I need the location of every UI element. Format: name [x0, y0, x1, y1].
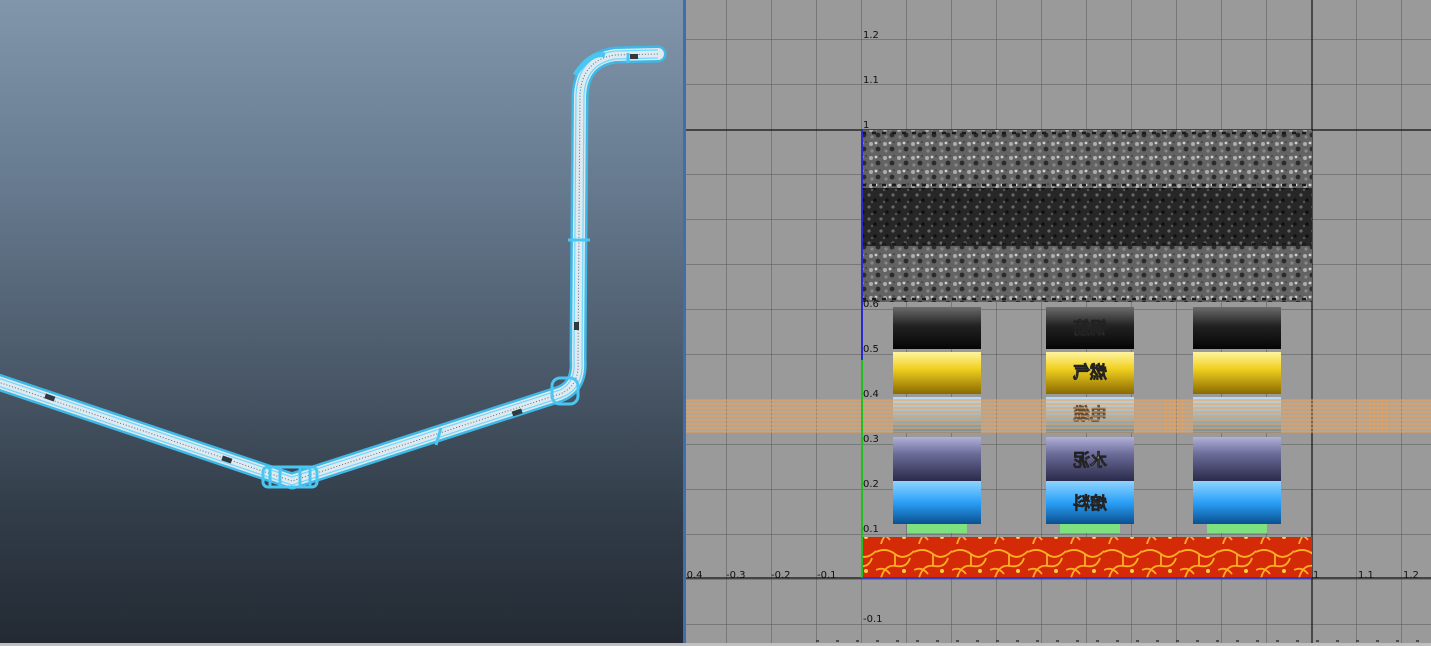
y-tick-label: 0.5 — [863, 344, 879, 355]
y-tick-label: 0.4 — [863, 389, 879, 400]
y-tick-label: 1.1 — [863, 75, 879, 86]
x-tick-label: -0.2 — [771, 570, 791, 581]
y-tick-label: 1.2 — [863, 30, 879, 41]
texture-lava — [862, 537, 1312, 578]
pipe-wireframe[interactable] — [0, 0, 683, 643]
x-tick-label: 1.1 — [1358, 570, 1374, 581]
label-cement: 水泥 — [1073, 450, 1107, 471]
x-tick-label: 1.2 — [1403, 570, 1419, 581]
label-gas: 燃气 — [1073, 362, 1107, 383]
label-molten: 熔料 — [1073, 493, 1107, 514]
y-tick-label: 0.3 — [863, 434, 879, 445]
x-tick-label: -0.4 — [686, 570, 703, 581]
y-tick-label: 0.6 — [863, 299, 879, 310]
y-tick-label: 0.1 — [863, 524, 879, 535]
viewport-3d[interactable] — [0, 0, 683, 643]
uv-texture-editor[interactable]: 钢筋 燃气 电缆 水泥 熔料 -0.4 -0.3 -0.2 -0.1 1 1.1… — [686, 0, 1431, 643]
x-tick-label: -0.3 — [726, 570, 746, 581]
y-tick-label: 1 — [863, 120, 869, 131]
x-tick-label: 1 — [1313, 570, 1319, 581]
y-tick-label: 0.2 — [863, 479, 879, 490]
y-tick-label: -0.1 — [863, 614, 883, 625]
label-steel: 钢筋 — [1073, 318, 1107, 339]
texture-gravel — [862, 130, 1312, 302]
x-tick-label: -0.1 — [817, 570, 837, 581]
uv-selection-band[interactable] — [686, 399, 1431, 433]
